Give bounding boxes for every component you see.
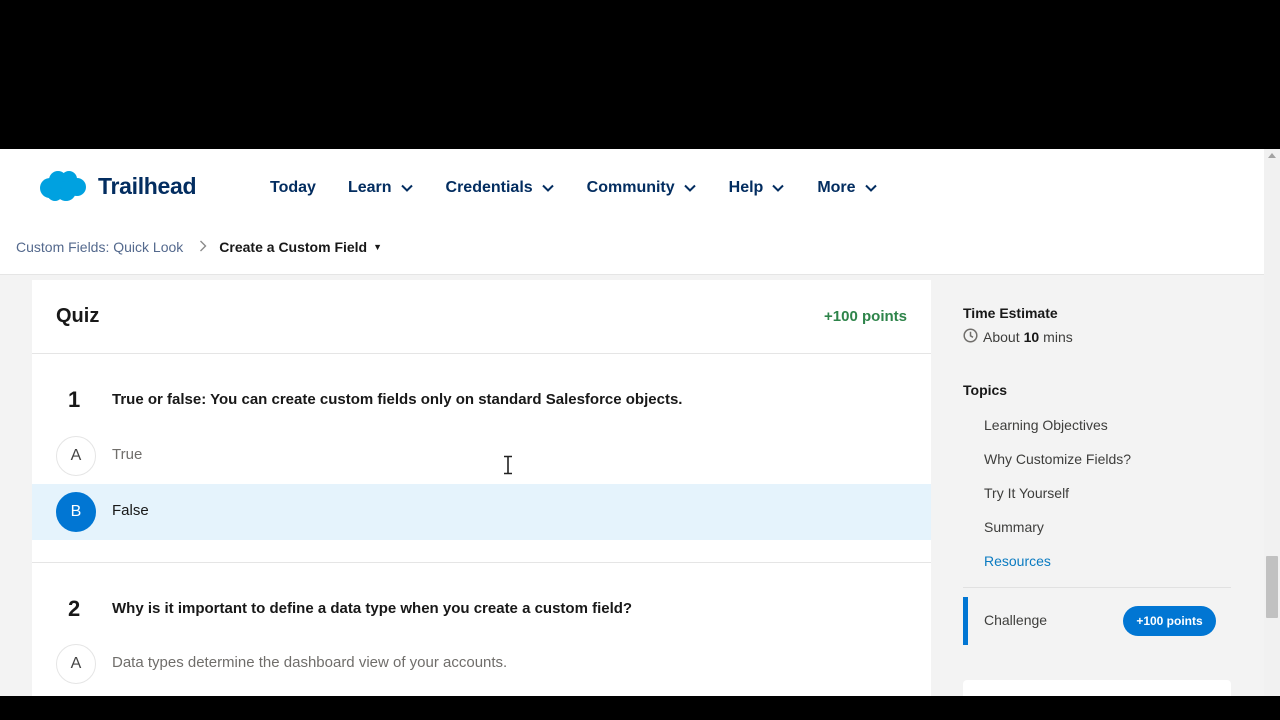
question-number: 2	[68, 596, 81, 621]
answer-option-a[interactable]: A Data types determine the dashboard vie…	[32, 636, 931, 692]
time-estimate-label: Time Estimate	[963, 305, 1058, 321]
nav-item-label: Learn	[347, 179, 392, 196]
quiz-card: Quiz +100 points 1 True or false: You ca…	[32, 280, 931, 696]
trailhead-logo[interactable]: Trailhead	[38, 169, 197, 203]
answer-letter: A	[56, 436, 96, 476]
nav-item-more[interactable]: More	[817, 179, 877, 197]
unit-sidebar: Time Estimate About 10 mins Topics Learn…	[963, 305, 1233, 645]
nav-item-label: Credentials	[445, 179, 533, 196]
breadcrumb-current-menu[interactable]: Create a Custom Field ▼	[219, 239, 382, 255]
question-text: True or false: You can create custom fie…	[112, 391, 683, 408]
time-prefix: About	[983, 329, 1020, 345]
chevron-down-icon	[400, 181, 414, 195]
topic-summary[interactable]: Summary	[963, 510, 1233, 544]
nav-item-credentials[interactable]: Credentials	[446, 179, 555, 197]
chevron-down-icon	[683, 181, 697, 195]
time-unit: mins	[1043, 329, 1073, 345]
nav-item-label: More	[817, 179, 856, 196]
breadcrumb-parent-link[interactable]: Custom Fields: Quick Look	[16, 239, 183, 255]
topic-learning-objectives[interactable]: Learning Objectives	[963, 408, 1233, 442]
quiz-title: Quiz	[56, 305, 100, 327]
answer-letter: B	[56, 492, 96, 532]
challenge-points-badge: +100 points	[1123, 606, 1216, 636]
time-value: 10	[1023, 329, 1040, 345]
topic-try-it-yourself[interactable]: Try It Yourself	[963, 476, 1233, 510]
main-nav: Today Learn Credentials Community Help M…	[270, 175, 910, 201]
challenge-label: Challenge	[984, 612, 1048, 628]
answer-text: True	[112, 446, 143, 463]
time-estimate: About 10 mins	[963, 328, 1233, 346]
salesforce-cloud-icon	[38, 169, 86, 203]
question-divider	[32, 562, 931, 563]
nav-item-today[interactable]: Today	[270, 179, 316, 197]
brand-name: Trailhead	[98, 172, 197, 199]
breadcrumb: Custom Fields: Quick Look Create a Custo…	[16, 239, 382, 255]
nav-item-label: Community	[586, 179, 675, 196]
answer-option-a[interactable]: A True	[32, 428, 931, 484]
answer-option-b[interactable]: B False	[32, 484, 931, 540]
page-scrollbar[interactable]	[1264, 149, 1280, 696]
sidebar-divider	[963, 587, 1231, 588]
caret-down-icon: ▼	[373, 242, 383, 252]
site-header: Trailhead Today Learn Credentials Commun…	[0, 149, 1264, 275]
chevron-down-icon	[771, 181, 785, 195]
chevron-down-icon	[541, 181, 555, 195]
nav-item-community[interactable]: Community	[587, 179, 697, 197]
topic-why-customize-fields[interactable]: Why Customize Fields?	[963, 442, 1233, 476]
scroll-up-arrow-icon[interactable]	[1268, 153, 1276, 158]
browser-viewport: Trailhead Today Learn Credentials Commun…	[0, 149, 1280, 696]
text-cursor-icon	[502, 455, 514, 475]
sidebar-card	[963, 680, 1231, 696]
scrollbar-thumb[interactable]	[1266, 556, 1278, 618]
topic-resources[interactable]: Resources	[963, 544, 1233, 578]
nav-item-learn[interactable]: Learn	[348, 179, 414, 197]
answer-text: False	[112, 502, 149, 519]
challenge-link[interactable]: Challenge +100 points	[963, 597, 1233, 645]
question-number: 1	[68, 387, 81, 412]
clock-icon	[963, 328, 983, 346]
quiz-header: Quiz +100 points	[32, 280, 931, 354]
chevron-right-icon	[199, 240, 207, 255]
question-text: Why is it important to define a data typ…	[112, 600, 633, 617]
quiz-points: +100 points	[824, 308, 907, 325]
challenge-indicator	[963, 597, 968, 645]
chevron-down-icon	[864, 181, 878, 195]
topics-label: Topics	[963, 382, 1008, 398]
nav-item-help[interactable]: Help	[729, 179, 786, 197]
answer-text: Data types determine the dashboard view …	[112, 654, 508, 671]
answer-letter: A	[56, 644, 96, 684]
nav-item-label: Today	[270, 179, 316, 196]
breadcrumb-current-label: Create a Custom Field	[219, 239, 368, 255]
nav-item-label: Help	[728, 179, 764, 196]
